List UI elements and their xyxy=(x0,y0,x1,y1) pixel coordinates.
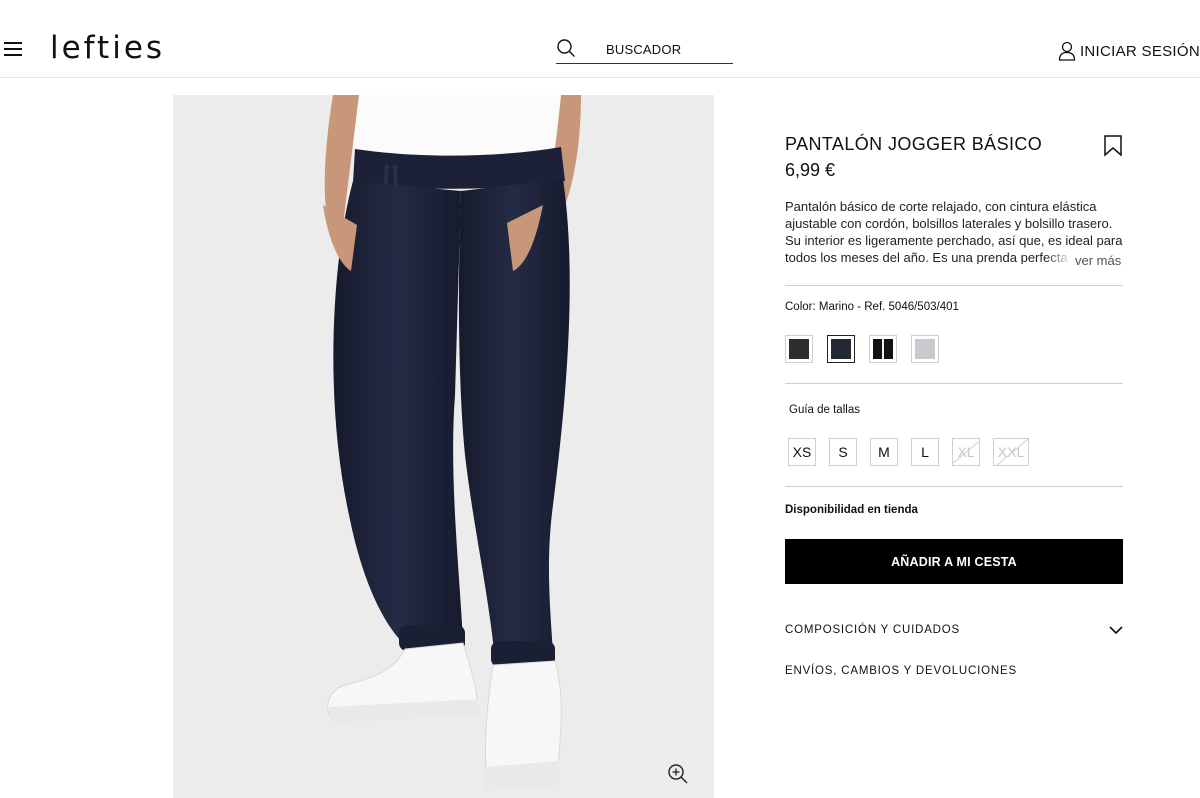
size-option-xs[interactable]: XS xyxy=(788,438,816,466)
accordion-composition[interactable]: COMPOSICIÓN Y CUIDADOS xyxy=(785,622,1123,642)
product-image[interactable] xyxy=(173,95,714,798)
color-swatch-navy[interactable] xyxy=(827,335,855,363)
size-option-l[interactable]: L xyxy=(911,438,939,466)
color-swatch-dark-grey[interactable] xyxy=(785,335,813,363)
swatch-fill xyxy=(831,339,851,359)
search-icon[interactable] xyxy=(556,38,576,58)
search-bar[interactable]: BUSCADOR xyxy=(556,36,733,64)
color-swatch-light-grey[interactable] xyxy=(911,335,939,363)
size-option-m[interactable]: M xyxy=(870,438,898,466)
swatch-fill xyxy=(915,339,935,359)
swatch-fill xyxy=(873,339,893,359)
size-option-s[interactable]: S xyxy=(829,438,857,466)
see-more-link[interactable]: ver más xyxy=(1075,253,1121,268)
product-photo xyxy=(173,95,714,798)
color-swatch-black[interactable] xyxy=(869,335,897,363)
login-link[interactable]: INICIAR SESIÓN xyxy=(1058,40,1200,62)
zoom-icon[interactable] xyxy=(667,763,689,785)
site-header: lefties BUSCADOR INICIAR SESIÓN xyxy=(0,0,1200,78)
product-title: PANTALÓN JOGGER BÁSICO xyxy=(785,134,1043,154)
accordion-label: COMPOSICIÓN Y CUIDADOS xyxy=(785,624,961,636)
bookmark-icon[interactable] xyxy=(1103,135,1123,157)
size-option-xxl[interactable]: XXL xyxy=(993,438,1029,466)
color-swatches xyxy=(785,335,953,363)
swatch-fill xyxy=(789,339,809,359)
login-label[interactable]: INICIAR SESIÓN xyxy=(1080,43,1200,60)
divider xyxy=(785,486,1123,487)
brand-logo[interactable]: lefties xyxy=(50,30,165,66)
add-to-cart-button[interactable]: AÑADIR A MI CESTA xyxy=(785,539,1123,584)
size-option-xl[interactable]: XL xyxy=(952,438,980,466)
accordion-label: ENVÍOS, CAMBIOS Y DEVOLUCIONES xyxy=(785,665,1017,677)
divider xyxy=(785,285,1123,286)
search-input[interactable]: BUSCADOR xyxy=(606,42,681,57)
chevron-down-icon[interactable] xyxy=(1109,626,1123,635)
product-price: 6,99 € xyxy=(785,160,836,180)
color-reference-label: Color: Marino - Ref. 5046/503/401 xyxy=(785,301,959,313)
accordion-shipping[interactable]: ENVÍOS, CAMBIOS Y DEVOLUCIONES xyxy=(785,663,1123,683)
user-icon xyxy=(1058,41,1076,61)
store-availability-link[interactable]: Disponibilidad en tienda xyxy=(785,504,918,516)
divider xyxy=(785,383,1123,384)
hamburger-menu-icon[interactable] xyxy=(4,42,23,58)
size-guide-link[interactable]: Guía de tallas xyxy=(789,404,860,416)
size-selector: XS S M L XL XXL xyxy=(788,438,1042,466)
